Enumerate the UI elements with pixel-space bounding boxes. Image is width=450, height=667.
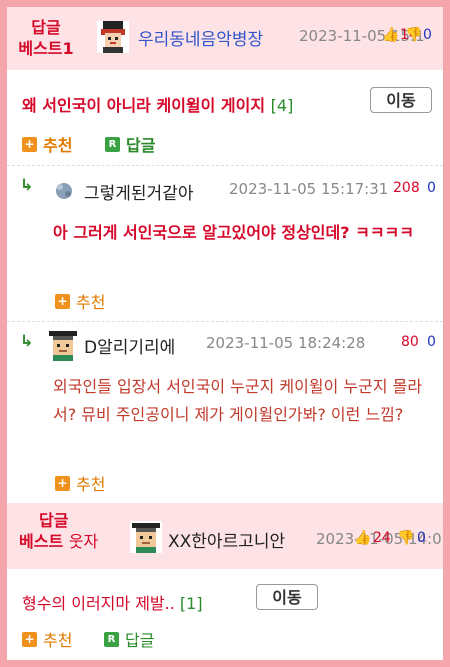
- comment-count: [4]: [270, 96, 294, 115]
- thumbs-down-icon[interactable]: 👎: [405, 27, 422, 43]
- upvote-count: 80: [401, 334, 419, 350]
- divider: [7, 321, 443, 322]
- upvote-count: 208: [393, 180, 420, 196]
- downvote-count: 0: [427, 334, 436, 350]
- plus-square-icon: +: [22, 136, 37, 152]
- downvote-count: 0: [417, 530, 426, 546]
- post-datetime: 2023-11-05 15:17:31: [229, 180, 389, 198]
- recommend-label: 추천: [43, 136, 73, 155]
- avatar[interactable]: [130, 521, 162, 553]
- post-title-link[interactable]: 형수의 이러지마 제발.. [1]: [22, 590, 203, 614]
- post-title[interactable]: 형수의 이러지마 제발..: [22, 594, 175, 613]
- recommend-button[interactable]: + 추천: [55, 471, 105, 495]
- avatar[interactable]: [97, 21, 129, 53]
- best-comment-header: 답글 베스트1 우리동네음악병장 2023-11-05 15:1 👍 14 👎 …: [7, 7, 443, 70]
- reply-arrow-icon: ↳: [20, 175, 34, 194]
- author-nickname[interactable]: D알리기리에: [84, 333, 175, 358]
- reply-square-icon: R: [105, 136, 120, 152]
- author-nickname[interactable]: XX한아르고니안: [168, 527, 285, 552]
- plus-square-icon: +: [55, 475, 70, 491]
- reply-text: 외국인들 입장서 서인국이 누군지 케이윌이 누군지 몰라서? 뮤비 주인공이니…: [53, 377, 423, 424]
- reply-square-icon: R: [104, 631, 119, 647]
- comment-count: [1]: [179, 594, 203, 613]
- best-tag-line2: 베스트: [19, 532, 64, 551]
- move-button[interactable]: 이동: [370, 87, 432, 113]
- thumbs-down-icon[interactable]: 👎: [397, 530, 414, 546]
- post-datetime: 2023-11-05 18:24:28: [206, 334, 366, 352]
- best-tag: 답글 베스트 웃자: [19, 510, 114, 552]
- author-nickname[interactable]: 우리동네음악병장: [138, 25, 263, 50]
- best-tag-line1: 답글: [31, 18, 61, 37]
- downvote-count: 0: [427, 180, 436, 196]
- best-tag: 답글 베스트1: [15, 17, 77, 59]
- reply-button[interactable]: R 답글: [104, 627, 154, 651]
- recommend-button[interactable]: + 추천: [22, 627, 72, 651]
- thumbs-up-icon[interactable]: 👍: [354, 530, 371, 546]
- reply-arrow-icon: ↳: [20, 331, 34, 350]
- best-tag-line2: 베스트1: [18, 39, 74, 58]
- recommend-label: 추천: [76, 293, 106, 312]
- recommend-label: 추천: [43, 631, 73, 650]
- divider: [7, 165, 443, 166]
- comment-panel: 답글 베스트1 우리동네음악병장 2023-11-05 15:1 👍 14 👎 …: [7, 7, 443, 660]
- thumbs-up-icon[interactable]: 👍: [382, 27, 399, 43]
- avatar[interactable]: [52, 179, 76, 203]
- post-title[interactable]: 왜 서인국이 아니라 케이윌이 게이지: [22, 96, 265, 115]
- upvote-count: 24: [373, 530, 391, 546]
- reply-label: 답글: [125, 631, 155, 650]
- post-title-link[interactable]: 왜 서인국이 아니라 케이윌이 게이지 [4]: [22, 92, 293, 116]
- reply-button[interactable]: R 답글: [105, 132, 155, 156]
- author-nickname[interactable]: 그렇게된거같아: [84, 179, 193, 204]
- downvote-count: 0: [423, 27, 432, 43]
- plus-square-icon: +: [55, 293, 70, 309]
- plus-square-icon: +: [22, 631, 37, 647]
- board-name[interactable]: 웃자: [69, 532, 98, 551]
- recommend-button[interactable]: + 추천: [55, 289, 105, 313]
- reply-text: 아 그러게 서인국으로 알고있어야 정상인데? ㅋㅋㅋㅋ: [53, 223, 414, 242]
- recommend-label: 추천: [76, 475, 106, 494]
- best-comment-header: 답글 베스트 웃자 XX한아르고니안 2023-11-05 14:0 👍 24 …: [7, 503, 443, 569]
- reply-label: 답글: [126, 136, 156, 155]
- recommend-button[interactable]: + 추천: [22, 132, 72, 156]
- move-button[interactable]: 이동: [256, 584, 318, 610]
- avatar[interactable]: [47, 329, 79, 361]
- best-tag-line1: 답글: [39, 511, 69, 530]
